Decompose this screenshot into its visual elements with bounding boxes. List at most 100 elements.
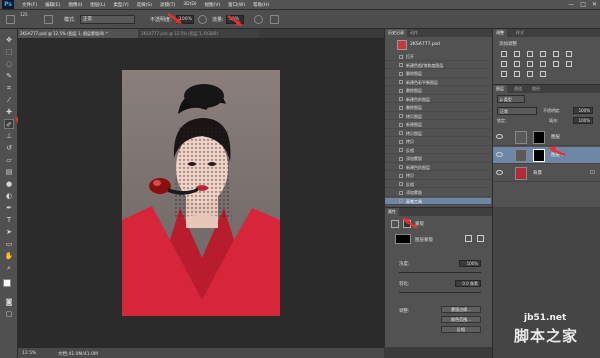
photo-filter-icon[interactable]	[527, 61, 533, 67]
layer-mask-thumbnail[interactable]	[533, 149, 545, 162]
layer-kind-filter[interactable]: p 类型	[497, 95, 525, 103]
layer-row[interactable]: 背景 ⊡	[493, 165, 600, 182]
dodge-tool-icon[interactable]: ◐	[4, 191, 14, 201]
density-slider[interactable]	[399, 272, 481, 273]
posterize-icon[interactable]	[501, 71, 507, 77]
visibility-eye-icon[interactable]	[496, 134, 503, 139]
lasso-tool-icon[interactable]: ◌	[4, 59, 14, 69]
feather-input[interactable]: 0.0 像素	[455, 280, 481, 287]
close-button[interactable]: ✕	[592, 1, 597, 8]
marquee-tool-icon[interactable]: ⬚	[4, 47, 14, 57]
history-item[interactable]: 新建色彩平衡图层	[385, 79, 491, 86]
hand-tool-icon[interactable]: ✋	[4, 251, 14, 261]
menu-file[interactable]: 文件(F)	[22, 2, 37, 8]
visibility-eye-icon[interactable]	[496, 152, 503, 157]
menu-filter[interactable]: 滤镜(T)	[160, 2, 175, 8]
color-balance-icon[interactable]	[501, 61, 507, 67]
fill-input[interactable]: 100%	[573, 117, 593, 124]
menu-window[interactable]: 窗口(W)	[228, 2, 245, 8]
density-input[interactable]: 100%	[459, 260, 481, 267]
history-item[interactable]: 新建色阶图层	[385, 96, 491, 103]
levels-icon[interactable]	[514, 51, 520, 57]
selective-color-icon[interactable]	[540, 71, 546, 77]
layer-name[interactable]: 背景	[533, 170, 542, 176]
vibrance-icon[interactable]	[553, 51, 559, 57]
crop-tool-icon[interactable]: ⌗	[4, 83, 14, 93]
tab-paths[interactable]: 路径	[529, 85, 543, 93]
black-white-icon[interactable]	[514, 61, 520, 67]
brightness-icon[interactable]	[501, 51, 507, 57]
menu-edit[interactable]: 编辑(E)	[45, 2, 60, 8]
menu-layer[interactable]: 图层(L)	[90, 2, 105, 8]
curves-icon[interactable]	[527, 51, 533, 57]
tab-document-active[interactable]: 2KSA777.psd @ 12.5% (图层 1, 图层蒙版/8) *	[18, 29, 138, 38]
history-item[interactable]: 新建图层	[385, 121, 491, 129]
shape-tool-icon[interactable]: ▭	[4, 239, 14, 249]
threshold-icon[interactable]	[514, 71, 520, 77]
tab-properties[interactable]: 属性	[385, 208, 399, 216]
path-select-tool-icon[interactable]: ➤	[4, 227, 14, 237]
history-item[interactable]: 添加蒙版	[385, 155, 491, 163]
menu-select[interactable]: 选择(S)	[137, 2, 152, 8]
gradient-tool-icon[interactable]: ▤	[4, 167, 14, 177]
history-item[interactable]: 删除图层	[385, 70, 491, 78]
menu-3d[interactable]: 3D(D)	[183, 2, 196, 7]
mode-select[interactable]: 正常	[80, 15, 135, 24]
pen-tool-icon[interactable]: ✒	[4, 203, 14, 213]
mask-edge-button[interactable]: 蒙版边缘...	[441, 306, 481, 313]
zoom-level[interactable]: 12.5%	[22, 351, 36, 356]
tab-styles[interactable]: 样式	[513, 29, 527, 37]
pressure-opacity-icon[interactable]	[198, 15, 207, 24]
history-item[interactable]: 删除图层	[385, 87, 491, 95]
history-item[interactable]: 反相	[385, 147, 491, 154]
brush-panel-toggle-icon[interactable]	[44, 15, 53, 24]
history-item[interactable]: 新建色阶图层	[385, 164, 491, 171]
color-lookup-icon[interactable]	[553, 61, 559, 67]
tab-channels[interactable]: 通道	[511, 85, 525, 93]
blur-tool-icon[interactable]: ●	[4, 179, 14, 189]
menu-view[interactable]: 视图(V)	[205, 2, 221, 8]
channel-mixer-icon[interactable]	[540, 61, 546, 67]
quick-mask-icon[interactable]: ◙	[4, 297, 14, 307]
eyedropper-tool-icon[interactable]: ⁄	[4, 95, 14, 105]
quick-select-tool-icon[interactable]: ✎	[4, 71, 14, 81]
history-item[interactable]: 画笔工具	[385, 197, 491, 205]
invert-icon[interactable]	[566, 61, 572, 67]
history-item[interactable]: 拷贝图层	[385, 130, 491, 137]
tab-document[interactable]: 2KSA777.psd @ 12.5% (图层 1, RGB/8)	[139, 29, 259, 38]
pixel-mask-icon[interactable]	[391, 220, 399, 228]
menu-image[interactable]: 图像(I)	[68, 2, 82, 8]
zoom-tool-icon[interactable]: ⌕	[4, 263, 14, 273]
menu-type[interactable]: 类型(Y)	[113, 2, 128, 8]
history-item[interactable]: 添加蒙版	[385, 189, 491, 197]
tab-layers[interactable]: 图层	[493, 85, 507, 93]
brush-size-value[interactable]: 125	[20, 12, 28, 17]
exposure-icon[interactable]	[540, 51, 546, 57]
menu-help[interactable]: 帮助(H)	[253, 2, 269, 8]
gradient-map-icon[interactable]	[527, 71, 533, 77]
eraser-tool-icon[interactable]: ▱	[4, 155, 14, 165]
move-tool-icon[interactable]: ✥	[4, 35, 14, 45]
select-mask-icon[interactable]	[465, 235, 472, 242]
history-item[interactable]: 拷贝	[385, 172, 491, 180]
tab-history[interactable]: 历史记录	[385, 29, 407, 37]
history-brush-tool-icon[interactable]: ↺	[4, 143, 14, 153]
history-item[interactable]: 拷贝图层	[385, 113, 491, 120]
history-item[interactable]: 拷贝	[385, 138, 491, 146]
tab-actions[interactable]: 动作	[407, 29, 421, 37]
type-tool-icon[interactable]: T	[4, 215, 14, 225]
maximize-button[interactable]: □	[580, 1, 586, 8]
brush-preset-icon[interactable]	[6, 15, 15, 24]
layer-mask-thumbnail[interactable]	[533, 131, 545, 144]
foreground-color-swatch[interactable]	[3, 279, 11, 287]
layer-opacity-input[interactable]: 100%	[573, 107, 593, 114]
layer-row[interactable]: 图层	[493, 129, 600, 146]
clone-tool-icon[interactable]: ⊥	[4, 131, 14, 141]
apply-mask-icon[interactable]	[477, 235, 484, 242]
hue-saturation-icon[interactable]	[566, 51, 572, 57]
history-item[interactable]: 删除图层	[385, 104, 491, 112]
airbrush-icon[interactable]	[254, 15, 263, 24]
history-item[interactable]: 反相	[385, 181, 491, 188]
history-item[interactable]: 打开	[385, 53, 491, 61]
history-snapshot[interactable]: 2KSA777.psd	[385, 39, 491, 51]
